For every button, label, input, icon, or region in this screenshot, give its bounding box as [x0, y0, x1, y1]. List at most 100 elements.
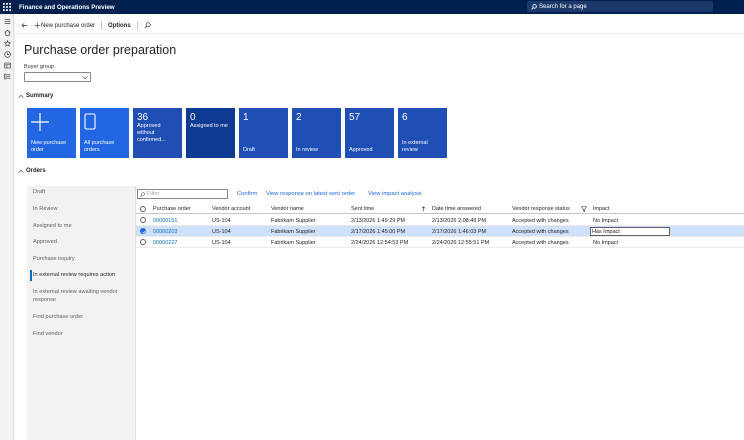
new-purchase-order-label: New purchase order	[41, 22, 96, 29]
global-search-box[interactable]: Search for a page	[527, 1, 713, 12]
purchase-order-link[interactable]: 00000151	[153, 218, 177, 224]
purchase-order-link[interactable]: 00000203	[153, 229, 177, 235]
tile-draft[interactable]: 1 Draft	[239, 108, 288, 158]
col-date-time-answered[interactable]: Date time answered	[432, 206, 481, 212]
date-time-answered-cell: 2/17/2026 1:46:03 PM	[432, 229, 487, 235]
col-impact[interactable]: Impact	[593, 206, 610, 212]
back-button[interactable]	[21, 22, 28, 29]
view-response-button[interactable]: View response on latest sent order	[266, 191, 355, 197]
col-vendor-response-status[interactable]: Vendor response status	[512, 206, 570, 212]
app-launcher-button[interactable]	[0, 0, 14, 14]
impact-cell-editor[interactable]: Has Impact	[590, 227, 670, 236]
nav-approved[interactable]: Approved	[33, 239, 141, 247]
vendor-response-status-cell: Accepted with changes	[512, 218, 569, 224]
row-checkbox[interactable]	[140, 217, 146, 223]
buyer-group-label: Buyer group	[24, 64, 54, 70]
tile-new-purchase-order[interactable]: New purchase order	[27, 108, 76, 158]
nav-draft[interactable]: Draft	[33, 189, 141, 197]
view-impact-analysis-button[interactable]: View impact analysis	[368, 191, 422, 197]
vendor-response-status-cell: Accepted with changes	[512, 240, 569, 246]
col-vendor-name[interactable]: Vendor name	[271, 206, 304, 212]
tile-label: New purchase order	[31, 140, 67, 153]
hamburger-button[interactable]	[0, 16, 14, 27]
confirm-button[interactable]: Confirm	[237, 191, 257, 197]
hamburger-icon	[4, 19, 10, 24]
new-purchase-order-button[interactable]: New purchase order	[34, 22, 95, 29]
tile-approved-without-confirmed[interactable]: 36 Approved without confirmed...	[133, 108, 182, 158]
clock-icon	[3, 51, 11, 58]
col-vendor-account[interactable]: Vendor account	[212, 206, 250, 212]
action-search-button[interactable]	[144, 22, 151, 29]
options-label: Options	[108, 22, 131, 29]
row-checkbox[interactable]	[140, 228, 146, 234]
purchase-order-link[interactable]: 00000227	[153, 240, 177, 246]
plus-icon	[31, 113, 49, 131]
summary-heading: Summary	[26, 93, 54, 99]
sort-ascending-icon[interactable]	[421, 206, 426, 212]
list-icon	[3, 73, 10, 80]
tile-label: Approved without confirmed...	[137, 123, 166, 143]
modules-button[interactable]	[0, 71, 14, 82]
nav-assigned-to-me[interactable]: Assigned to me	[33, 223, 141, 231]
orders-section-header[interactable]: Orders	[18, 168, 46, 174]
tile-count: 1	[243, 112, 249, 123]
waffle-icon	[3, 3, 11, 11]
vendor-account-cell: US-104	[212, 240, 231, 246]
tile-label: All purchase orders	[84, 140, 115, 153]
tile-count: 36	[137, 112, 149, 123]
sent-time-cell: 2/24/2026 12:54:53 PM	[351, 240, 409, 246]
tile-label: In external review	[402, 140, 428, 153]
grid-header: Purchase order Vendor account Vendor nam…	[136, 204, 744, 214]
tile-approved[interactable]: 57 Approved	[345, 108, 394, 158]
search-icon	[140, 191, 145, 197]
tile-count: 6	[402, 112, 408, 123]
col-purchase-order[interactable]: Purchase order	[153, 206, 191, 212]
date-time-answered-cell: 2/13/2026 2:08:49 PM	[432, 218, 487, 224]
filter-icon[interactable]	[581, 206, 587, 212]
favorites-button[interactable]	[0, 38, 14, 49]
workspaces-button[interactable]	[0, 60, 14, 71]
vendor-name-cell: Fabrikam Supplier	[271, 229, 316, 235]
workspace-icon	[3, 62, 11, 69]
tile-label: In review	[296, 147, 319, 153]
chevron-up-icon	[18, 94, 24, 98]
summary-section-header[interactable]: Summary	[18, 93, 53, 99]
nav-in-external-review-awaiting-vendor-response[interactable]: In external review awaiting vendor respo…	[33, 289, 141, 304]
home-button[interactable]	[0, 27, 14, 38]
vendor-response-status-cell: Accepted with changes	[512, 229, 569, 235]
impact-cell: No Impact	[593, 218, 619, 224]
nav-in-review[interactable]: In Review	[33, 206, 141, 214]
star-icon	[3, 40, 11, 47]
nav-find-vendor[interactable]: Find vendor	[33, 331, 141, 339]
page-title: Purchase order preparation	[24, 43, 177, 57]
options-tab[interactable]: Options	[108, 23, 131, 29]
nav-find-purchase-order[interactable]: Find purchase order	[33, 314, 141, 322]
col-sent-time[interactable]: Sent time	[351, 206, 374, 212]
vendor-name-cell: Fabrikam Supplier	[271, 240, 316, 246]
tile-in-review[interactable]: 2 In review	[292, 108, 341, 158]
tile-in-external-review[interactable]: 6 In external review	[398, 108, 447, 158]
grid-filter-input[interactable]: Filter	[137, 189, 228, 199]
search-icon	[531, 3, 537, 10]
nav-in-external-review-requires-action[interactable]: In external review requires action	[33, 272, 141, 280]
table-row[interactable]: 00000151 US-104 Fabrikam Supplier 2/13/2…	[136, 215, 744, 226]
action-separator	[136, 21, 138, 30]
tile-count: 0	[190, 112, 196, 123]
nav-purchase-inquiry[interactable]: Purchase inquiry	[33, 256, 141, 264]
summary-tiles: New purchase order All purchase orders 3…	[27, 108, 451, 158]
main-content: New purchase order Options Purchase orde…	[15, 14, 744, 440]
left-navigation	[0, 14, 14, 440]
tile-assigned-to-me[interactable]: 0 Assigned to me	[186, 108, 235, 158]
impact-cell: No Impact	[593, 240, 619, 246]
select-all-checkbox[interactable]	[140, 206, 146, 212]
buyer-group-select[interactable]	[24, 72, 91, 82]
row-checkbox[interactable]	[140, 239, 146, 245]
tile-label: Approved	[349, 147, 373, 153]
tile-all-purchase-orders[interactable]: All purchase orders	[80, 108, 129, 158]
table-row[interactable]: 00000227 US-104 Fabrikam Supplier 2/24/2…	[136, 237, 744, 248]
sent-time-cell: 2/13/2026 1:49:29 PM	[351, 218, 406, 224]
tile-label: Assigned to me	[190, 123, 228, 129]
recent-button[interactable]	[0, 49, 14, 60]
table-row-selected[interactable]: 00000203 US-104 Fabrikam Supplier 2/17/2…	[136, 226, 744, 237]
action-separator	[101, 21, 103, 30]
